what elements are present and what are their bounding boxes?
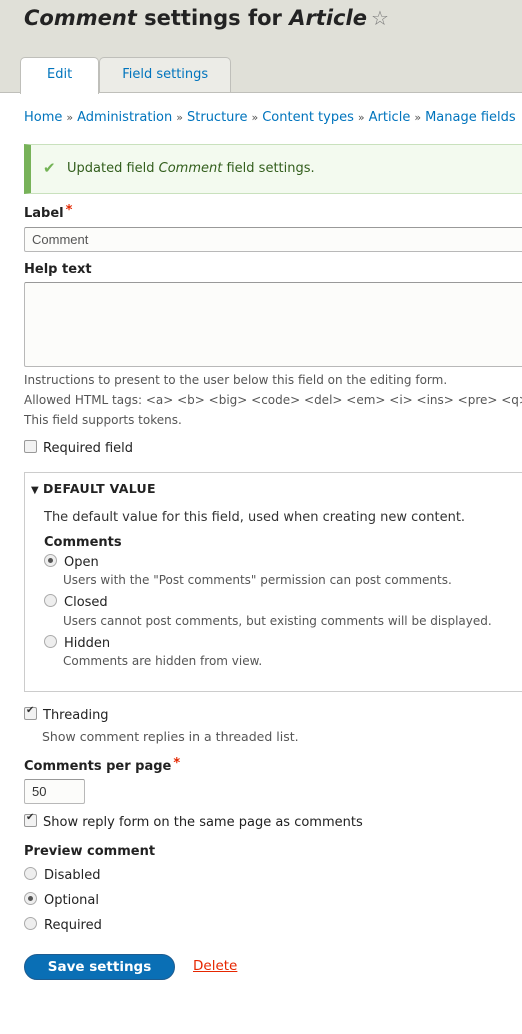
allowed-tags-description: Allowed HTML tags: <a> <b> <big> <code> … bbox=[24, 393, 522, 407]
breadcrumb-home[interactable]: Home bbox=[24, 110, 62, 125]
threading-checkbox[interactable]: Threading bbox=[24, 705, 109, 723]
breadcrumb-administration[interactable]: Administration bbox=[77, 110, 172, 125]
radio-button[interactable] bbox=[44, 594, 57, 607]
tokens-description: This field supports tokens. bbox=[24, 413, 182, 427]
radio-preview-required[interactable]: Required bbox=[24, 917, 102, 933]
comments-group-label: Comments bbox=[44, 535, 122, 550]
breadcrumb-content-types[interactable]: Content types bbox=[262, 110, 354, 125]
star-icon[interactable]: ☆ bbox=[371, 6, 389, 30]
radio-open[interactable]: Open bbox=[44, 554, 99, 570]
breadcrumb-separator: » bbox=[251, 111, 259, 124]
status-message: ✔ Updated field Comment field settings. bbox=[24, 144, 522, 194]
radio-preview-disabled[interactable]: Disabled bbox=[24, 867, 100, 883]
radio-button[interactable] bbox=[24, 892, 37, 905]
radio-button[interactable] bbox=[24, 867, 37, 880]
radio-button[interactable] bbox=[44, 554, 57, 567]
help-text-description: Instructions to present to the user belo… bbox=[24, 373, 448, 387]
comments-per-page-label: Comments per page * bbox=[24, 756, 181, 774]
save-settings-button[interactable]: Save settings bbox=[24, 954, 175, 980]
tab-edit[interactable]: Edit bbox=[20, 57, 100, 94]
checkbox[interactable] bbox=[24, 440, 37, 453]
checkbox[interactable] bbox=[24, 812, 37, 827]
radio-preview-optional[interactable]: Optional bbox=[24, 892, 99, 908]
radio-open-description: Users with the "Post comments" permissio… bbox=[63, 573, 452, 587]
breadcrumb: Home» Administration» Structure» Content ty… bbox=[24, 110, 516, 125]
primary-tabs: Edit Field settings bbox=[20, 57, 232, 94]
comments-per-page-input[interactable] bbox=[24, 779, 85, 804]
radio-button[interactable] bbox=[44, 635, 57, 648]
triangle-down-icon: ▼ bbox=[31, 485, 39, 496]
checkbox[interactable] bbox=[24, 705, 37, 720]
status-message-text: Updated field Comment field settings. bbox=[67, 161, 315, 176]
required-field-checkbox[interactable]: Required field bbox=[24, 440, 133, 456]
help-text-label: Help text bbox=[24, 262, 92, 277]
required-marker: * bbox=[173, 756, 181, 771]
title-text: settings for bbox=[136, 6, 290, 30]
checkmark-icon: ✔ bbox=[43, 159, 56, 177]
page-title: Comment settings for Article ☆ bbox=[24, 6, 389, 30]
breadcrumb-separator: » bbox=[176, 111, 183, 124]
tab-field-settings[interactable]: Field settings bbox=[99, 57, 232, 92]
delete-link[interactable]: Delete bbox=[193, 958, 237, 974]
breadcrumb-manage-fields[interactable]: Manage fields bbox=[425, 110, 516, 125]
title-field-name: Comment bbox=[24, 6, 137, 30]
radio-hidden[interactable]: Hidden bbox=[44, 635, 110, 651]
radio-hidden-description: Comments are hidden from view. bbox=[63, 654, 263, 668]
default-value-description: The default value for this field, used w… bbox=[44, 510, 466, 525]
default-value-fieldset: ▼ DEFAULT VALUE The default value for thi… bbox=[24, 472, 522, 692]
reply-form-checkbox[interactable]: Show reply form on the same page as comm… bbox=[24, 812, 363, 830]
title-bundle-name: Article bbox=[289, 6, 367, 30]
help-text-textarea[interactable] bbox=[24, 282, 522, 367]
default-value-toggle[interactable]: ▼ DEFAULT VALUE bbox=[31, 481, 156, 496]
radio-button[interactable] bbox=[24, 917, 37, 930]
preview-comment-label: Preview comment bbox=[24, 844, 156, 859]
label-input[interactable] bbox=[24, 227, 522, 252]
label-field-label: Label * bbox=[24, 203, 73, 221]
breadcrumb-article[interactable]: Article bbox=[369, 110, 411, 125]
breadcrumb-structure[interactable]: Structure bbox=[187, 110, 247, 125]
threading-description: Show comment replies in a threaded list. bbox=[42, 729, 299, 744]
page-header: Comment settings for Article ☆ Edit Field… bbox=[0, 0, 522, 94]
breadcrumb-separator: » bbox=[66, 111, 74, 124]
breadcrumb-separator: » bbox=[414, 111, 422, 124]
required-marker: * bbox=[65, 203, 73, 218]
radio-closed[interactable]: Closed bbox=[44, 594, 108, 610]
breadcrumb-separator: » bbox=[357, 111, 365, 124]
radio-closed-description: Users cannot post comments, but existing… bbox=[63, 614, 492, 628]
